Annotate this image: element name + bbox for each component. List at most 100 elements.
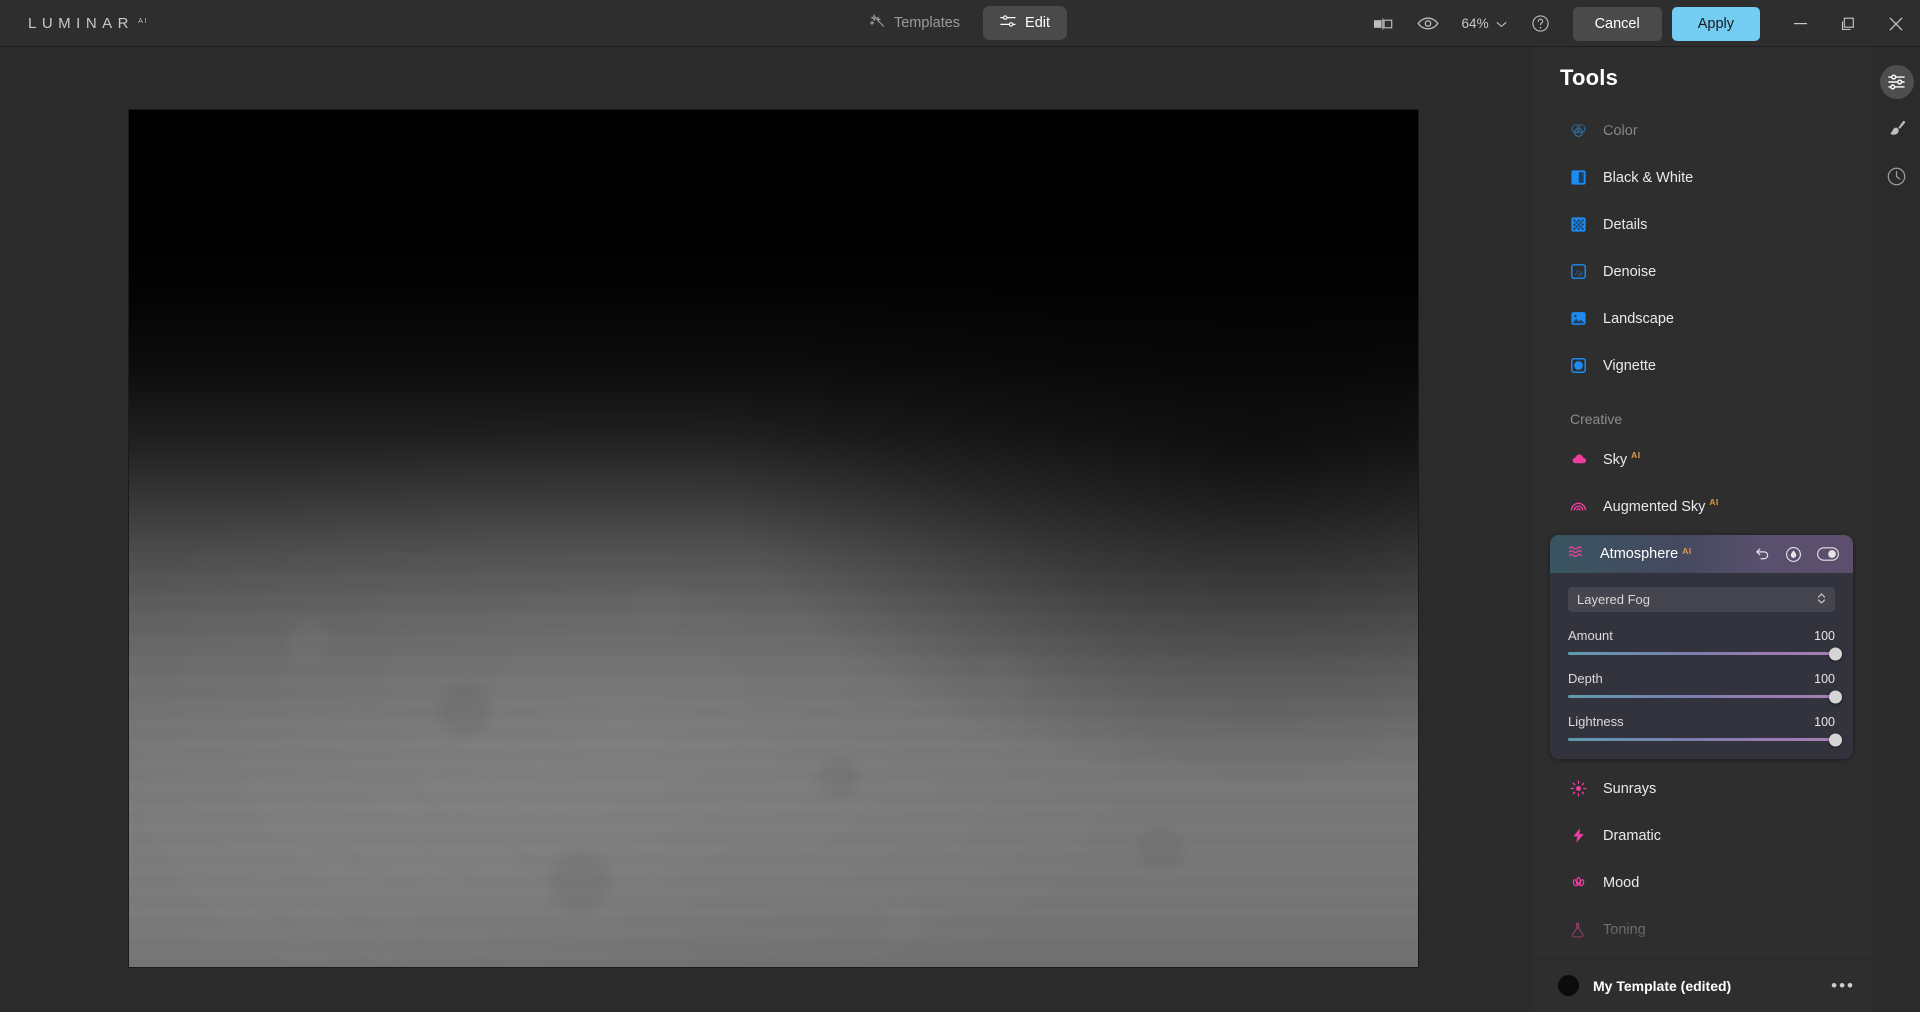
- atmosphere-waves-icon: [1568, 545, 1585, 564]
- rail-history-clock-icon[interactable]: [1880, 159, 1914, 193]
- edited-photo-preview[interactable]: [129, 110, 1418, 967]
- slider-depth-knob[interactable]: [1829, 690, 1842, 703]
- template-thumbnail[interactable]: [1558, 975, 1579, 996]
- tool-item-landscape-label: Landscape: [1603, 310, 1674, 327]
- slider-lightness-knob[interactable]: [1829, 733, 1842, 746]
- tool-item-mood-label: Mood: [1603, 874, 1640, 891]
- minimize-icon[interactable]: [1776, 0, 1824, 47]
- tool-item-color[interactable]: Color: [1532, 107, 1873, 154]
- app-logo-ai-sup: AI: [138, 15, 149, 25]
- chevron-down-icon: [1496, 16, 1507, 31]
- tool-item-sky[interactable]: Sky AI: [1532, 435, 1873, 482]
- atmosphere-title-text: Atmosphere: [1600, 546, 1679, 562]
- tool-item-color-label: Color: [1603, 122, 1638, 139]
- zoom-level-control[interactable]: 64%: [1450, 16, 1519, 31]
- creative-section-label: Creative: [1570, 411, 1623, 427]
- atmosphere-card-body: Layered Fog Amount 100 Depth 100 Lightne…: [1550, 573, 1853, 759]
- tool-item-black-white[interactable]: Black & White: [1532, 154, 1873, 201]
- undo-arrow-icon[interactable]: [1754, 547, 1770, 562]
- slider-lightness-label: Lightness: [1568, 714, 1624, 729]
- rail-brush-icon[interactable]: [1880, 112, 1914, 146]
- cancel-button[interactable]: Cancel: [1572, 6, 1662, 41]
- slider-amount-label: Amount: [1568, 628, 1613, 643]
- landscape-photo-icon: [1570, 310, 1587, 327]
- compare-view-icon[interactable]: [1362, 0, 1406, 47]
- canvas-area[interactable]: [0, 47, 1566, 1012]
- preview-eye-icon[interactable]: [1406, 0, 1450, 47]
- rainbow-icon: [1570, 497, 1587, 514]
- tool-item-landscape[interactable]: Landscape: [1532, 295, 1873, 342]
- lightning-bolt-icon: [1570, 827, 1587, 844]
- app-logo: LUMINAR AI: [28, 15, 148, 32]
- slider-amount-knob[interactable]: [1829, 647, 1842, 660]
- atmosphere-preset-select[interactable]: Layered Fog: [1568, 587, 1835, 612]
- slider-lightness-value: 100: [1814, 715, 1835, 729]
- slider-depth-header: Depth 100: [1568, 671, 1835, 686]
- slider-lightness[interactable]: Lightness 100: [1568, 714, 1842, 746]
- tool-item-sky-text: Sky: [1603, 451, 1628, 468]
- tool-item-sky-label: Sky AI: [1603, 450, 1640, 468]
- lotus-icon: [1570, 874, 1587, 891]
- tab-templates-label: Templates: [893, 15, 961, 31]
- atmosphere-preset-value: Layered Fog: [1577, 592, 1650, 607]
- tool-item-sunrays-label: Sunrays: [1603, 780, 1657, 797]
- slider-lightness-track[interactable]: [1568, 733, 1842, 746]
- tool-item-mood[interactable]: Mood: [1532, 859, 1873, 906]
- chevron-updown-icon: [1817, 592, 1826, 608]
- apply-button[interactable]: Apply: [1671, 6, 1760, 41]
- atmosphere-enable-toggle[interactable]: [1817, 547, 1839, 561]
- tool-item-details-label: Details: [1603, 216, 1648, 233]
- tool-item-denoise[interactable]: Denoise: [1532, 248, 1873, 295]
- ai-badge: AI: [1709, 496, 1719, 507]
- atmosphere-card-actions: [1754, 546, 1839, 563]
- template-more-menu-icon[interactable]: •••: [1831, 976, 1855, 996]
- tools-panel: Tools Color Black & White Details Denois…: [1532, 47, 1873, 1012]
- mask-brush-icon[interactable]: [1785, 546, 1802, 563]
- tab-templates[interactable]: Templates: [853, 6, 977, 41]
- slider-lightness-header: Lightness 100: [1568, 714, 1835, 729]
- tool-item-details[interactable]: Details: [1532, 201, 1873, 248]
- cloud-icon: [1570, 450, 1587, 467]
- sliders-icon: [1000, 14, 1016, 32]
- app-header: LUMINAR AI Templates Edit 64% Cancel App…: [0, 0, 1920, 47]
- template-status-bar: My Template (edited) •••: [1532, 958, 1873, 1012]
- ai-badge: AI: [1682, 546, 1692, 556]
- slider-amount-track[interactable]: [1568, 647, 1842, 660]
- tool-item-augmented-sky[interactable]: Augmented Sky AI: [1532, 482, 1873, 529]
- mode-switcher: Templates Edit: [853, 6, 1068, 41]
- window-controls: [1776, 0, 1920, 47]
- details-grid-icon: [1570, 216, 1587, 233]
- tools-scroll-list[interactable]: Color Black & White Details Denoise Land…: [1532, 107, 1873, 958]
- tool-item-sunrays[interactable]: Sunrays: [1532, 765, 1873, 812]
- sparkle-wand-icon: [869, 13, 885, 33]
- tab-edit-label: Edit: [1025, 15, 1051, 31]
- tool-item-augmented-sky-text: Augmented Sky: [1603, 498, 1706, 515]
- tool-item-dramatic[interactable]: Dramatic: [1532, 812, 1873, 859]
- slider-amount[interactable]: Amount 100: [1568, 628, 1842, 660]
- sun-rays-icon: [1570, 780, 1587, 797]
- flask-icon: [1570, 921, 1587, 938]
- help-icon[interactable]: [1519, 0, 1563, 47]
- slider-depth[interactable]: Depth 100: [1568, 671, 1842, 703]
- header-right-controls: 64% Cancel Apply: [1362, 0, 1920, 47]
- tool-item-dramatic-label: Dramatic: [1603, 827, 1662, 844]
- ai-badge: AI: [1631, 449, 1641, 460]
- maximize-restore-icon[interactable]: [1824, 0, 1872, 47]
- tool-item-toning-label: Toning: [1603, 921, 1646, 938]
- zoom-level-value: 64%: [1461, 16, 1489, 31]
- rail-adjustments-sliders-icon[interactable]: [1879, 65, 1914, 99]
- close-icon[interactable]: [1872, 0, 1920, 47]
- tab-edit[interactable]: Edit: [983, 6, 1068, 40]
- slider-depth-value: 100: [1814, 672, 1835, 686]
- atmosphere-card-header[interactable]: Atmosphere AI: [1550, 535, 1853, 573]
- tool-item-toning[interactable]: Toning: [1532, 906, 1873, 953]
- tool-item-vignette[interactable]: Vignette: [1532, 342, 1873, 389]
- luminar-app-window: LUMINAR AI Templates Edit 64% Cancel App…: [0, 0, 1920, 1012]
- vignette-square-icon: [1570, 357, 1587, 374]
- slider-amount-header: Amount 100: [1568, 628, 1835, 643]
- tools-panel-title: Tools: [1560, 65, 1619, 90]
- slider-depth-track[interactable]: [1568, 690, 1842, 703]
- right-tool-rail: [1873, 47, 1920, 1012]
- tool-item-black-white-label: Black & White: [1603, 169, 1694, 186]
- tool-item-augmented-sky-label: Augmented Sky AI: [1603, 497, 1719, 515]
